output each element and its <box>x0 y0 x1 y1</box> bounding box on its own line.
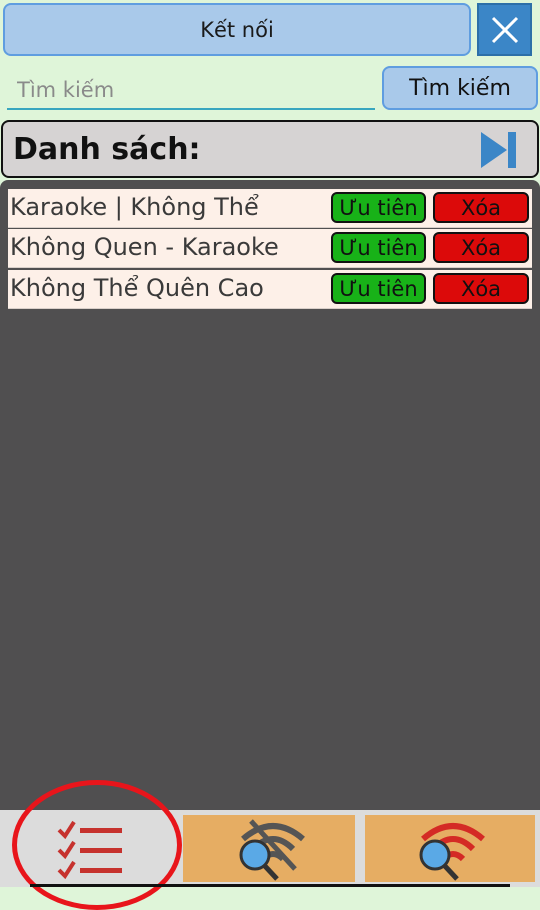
search-row: Tìm kiếm <box>0 62 540 116</box>
song-title: Không Quen - Karaoke <box>10 233 279 261</box>
delete-label: Xóa <box>460 235 502 260</box>
song-row: Karaoke | Không Thể Ưu tiên Xóa <box>8 189 532 228</box>
tab-search-online[interactable] <box>365 815 535 882</box>
delete-button[interactable]: Xóa <box>433 273 529 304</box>
priority-label: Ưu tiên <box>339 276 418 301</box>
list-title: Danh sách: <box>13 132 201 167</box>
priority-button[interactable]: Ưu tiên <box>331 232 426 263</box>
connect-button[interactable]: Kết nối <box>3 3 471 56</box>
connect-label: Kết nối <box>200 17 274 42</box>
song-title: Không Thể Quên Cao <box>10 274 264 302</box>
delete-button[interactable]: Xóa <box>433 232 529 263</box>
delete-label: Xóa <box>460 195 502 220</box>
search-button-label: Tìm kiếm <box>409 75 511 101</box>
delete-button[interactable]: Xóa <box>433 192 529 223</box>
close-icon <box>491 16 518 43</box>
highlight-circle <box>12 780 182 910</box>
top-bar: Kết nối <box>0 0 540 62</box>
song-row: Không Quen - Karaoke Ưu tiên Xóa <box>8 229 532 268</box>
priority-label: Ưu tiên <box>339 195 418 220</box>
priority-button[interactable]: Ưu tiên <box>331 273 426 304</box>
tab-search-offline[interactable] <box>183 815 355 882</box>
song-row: Không Thể Quên Cao Ưu tiên Xóa <box>8 270 532 309</box>
search-button[interactable]: Tìm kiếm <box>382 66 538 110</box>
wifi-off-search-icon <box>239 819 305 881</box>
skip-next-icon[interactable] <box>479 130 519 170</box>
priority-label: Ưu tiên <box>339 235 418 260</box>
list-header: Danh sách: <box>1 120 539 178</box>
song-list: Karaoke | Không Thể Ưu tiên Xóa Không Qu… <box>0 180 540 810</box>
bottom-nav <box>0 780 540 910</box>
close-button[interactable] <box>477 3 532 56</box>
delete-label: Xóa <box>460 276 502 301</box>
priority-button[interactable]: Ưu tiên <box>331 192 426 223</box>
song-title: Karaoke | Không Thể <box>10 193 259 221</box>
search-input[interactable] <box>7 72 375 110</box>
wifi-search-icon <box>419 823 485 881</box>
